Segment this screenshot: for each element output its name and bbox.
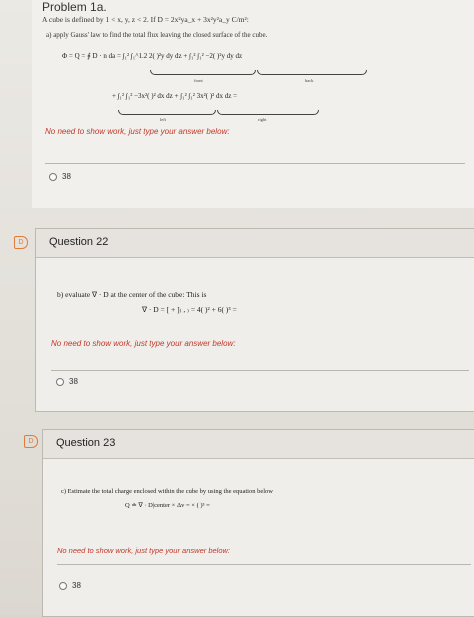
question-equation: ∇ · D = [ + ]₍ , ₎ = 4( )² + 6( )³ =	[142, 305, 237, 314]
left-brace	[118, 110, 216, 115]
flux-equation-line2: + ∫₁² ∫₁² −3x²( )² dx dz + ∫₁² ∫₁² 3x²( …	[112, 92, 238, 100]
answer-divider	[51, 370, 469, 371]
question-23-card: Question 23 c) Estimate the total charge…	[42, 429, 474, 617]
flag-icon[interactable]: D	[14, 236, 28, 249]
front-brace	[150, 70, 256, 75]
question-header: Question 22	[36, 229, 474, 258]
radio-button[interactable]	[49, 172, 57, 181]
answer-divider	[57, 564, 471, 565]
answer-value: 38	[62, 172, 71, 181]
radio-button[interactable]	[59, 581, 67, 590]
question-header: Question 23	[43, 430, 474, 459]
answer-value: 38	[72, 581, 81, 590]
answer-option[interactable]: 38	[49, 172, 71, 181]
problem-1a-card: Problem 1a. A cube is defined by 1 < x, …	[32, 0, 474, 208]
question-title: Question 23	[56, 437, 116, 449]
problem-statement: A cube is defined by 1 < x, y, z < 2. If…	[42, 15, 249, 24]
question-prompt: b) evaluate ∇ · D at the center of the c…	[57, 290, 207, 299]
label-right: right	[258, 117, 267, 122]
question-prompt: c) Estimate the total charge enclosed wi…	[61, 488, 273, 495]
instruction-note: No need to show work, just type your ans…	[45, 127, 230, 136]
label-left: left	[160, 117, 166, 122]
part-a-text: a) apply Gauss' law to find the total fl…	[46, 31, 268, 39]
problem-title: Problem 1a.	[42, 0, 107, 14]
answer-option[interactable]: 38	[56, 377, 78, 386]
question-22-card: Question 22 b) evaluate ∇ · D at the cen…	[35, 228, 474, 412]
answer-value: 38	[69, 377, 78, 386]
radio-button[interactable]	[56, 377, 64, 386]
instruction-note: No need to show work, just type your ans…	[57, 546, 231, 555]
flux-equation-line1: Φ = Q = ∮ D · n da = ∫₁² ∫₁^1.2 2( )²y d…	[62, 52, 243, 60]
flag-icon[interactable]: D	[24, 435, 38, 448]
question-title: Question 22	[49, 236, 109, 248]
back-brace	[257, 70, 367, 75]
question-equation: Q ≐ ∇ · D|center × Δv = × ( )³ =	[125, 502, 210, 509]
answer-divider	[45, 163, 465, 164]
label-back: back	[305, 78, 314, 83]
page: Problem 1a. A cube is defined by 1 < x, …	[0, 0, 474, 617]
answer-option[interactable]: 38	[59, 581, 81, 590]
label-front: front	[194, 78, 203, 83]
instruction-note: No need to show work, just type your ans…	[51, 339, 236, 348]
right-brace	[217, 110, 319, 115]
